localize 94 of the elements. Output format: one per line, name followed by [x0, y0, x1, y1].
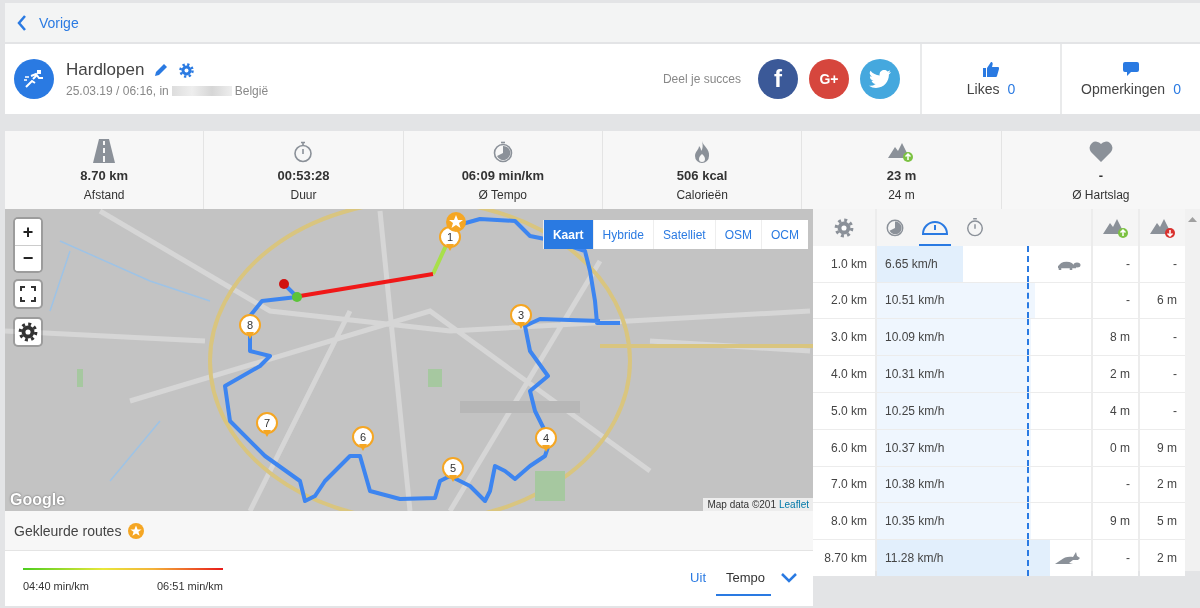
- comments-link[interactable]: Opmerkingen 0: [1081, 80, 1181, 97]
- descent-cell: -: [1140, 319, 1185, 356]
- ascent-cell: 0 m: [1093, 429, 1138, 466]
- gear-icon: [17, 321, 39, 343]
- descent-cell: 2 m: [1140, 466, 1185, 503]
- scale-max-label: 06:51 min/km: [156, 580, 223, 592]
- stat-label: Ø Tempo: [478, 187, 528, 202]
- distance-cell: 4.0 km: [813, 356, 875, 392]
- blurred-text: [171, 86, 232, 96]
- stat-value: 506 kcal: [676, 167, 728, 183]
- bird-icon: [869, 70, 891, 88]
- distance-cell: 1.0 km: [813, 245, 875, 282]
- scale-min-label: 04:40 min/km: [23, 580, 90, 592]
- stat-value: -: [1098, 167, 1103, 183]
- heart-icon: [1088, 140, 1113, 163]
- settings-icon[interactable]: [178, 61, 196, 79]
- speed-cell: 10.31 km/h: [885, 367, 945, 382]
- ascent-cell: -: [1093, 282, 1138, 319]
- distance-cell: 2.0 km: [813, 282, 875, 319]
- stat-label: Duur: [290, 187, 317, 202]
- descent-cell: 6 m: [1140, 282, 1185, 319]
- fullscreen-button[interactable]: [15, 281, 41, 307]
- runner-icon: [14, 59, 54, 99]
- distance-cell: 5.0 km: [813, 393, 875, 429]
- fullscreen-icon: [20, 286, 36, 302]
- back-link[interactable]: Vorige: [17, 14, 79, 31]
- road-icon: [93, 138, 116, 163]
- map-logo: Google: [10, 491, 66, 509]
- descent-cell: -: [1140, 356, 1185, 392]
- star-marker-icon: [446, 212, 466, 232]
- pace-icon: [492, 140, 513, 163]
- activity-title: Hardlopen: [66, 60, 145, 80]
- map-attribution: Map data ©201: [707, 499, 776, 510]
- route-color-option[interactable]: Uit: [680, 560, 716, 596]
- scrollbar[interactable]: [1185, 209, 1200, 571]
- map-layer-tab[interactable]: Kaart: [542, 220, 593, 249]
- speech-bubble-icon: [1123, 61, 1139, 77]
- stat-value: 23 m: [886, 167, 917, 183]
- stat-label: 24 m: [888, 187, 915, 202]
- facebook-button[interactable]: f: [758, 59, 798, 99]
- star-icon: [128, 522, 145, 539]
- ascent-cell: 8 m: [1093, 319, 1138, 356]
- mountain-up-icon: [1102, 217, 1129, 239]
- stopwatch-icon: [293, 140, 314, 163]
- attribution-link[interactable]: Leaflet: [778, 499, 809, 510]
- ascent-cell: -: [1093, 466, 1138, 503]
- speed-cell: 10.38 km/h: [885, 477, 945, 492]
- mountain-down-icon: [1149, 217, 1176, 239]
- speed-cell: 10.25 km/h: [885, 403, 945, 418]
- google-plus-button[interactable]: G+: [809, 59, 849, 99]
- speed-cell: 10.51 km/h: [885, 293, 945, 308]
- distance-cell: 7.0 km: [813, 466, 875, 503]
- twitter-button[interactable]: [860, 59, 900, 99]
- ascent-cell: -: [1093, 245, 1138, 282]
- distance-cell: 8.70 km: [813, 540, 875, 576]
- stat-value: 06:09 min/km: [461, 167, 544, 183]
- settings-button[interactable]: [15, 319, 41, 345]
- likes-link[interactable]: Likes 0: [966, 80, 1016, 97]
- ascent-cell: 2 m: [1093, 356, 1138, 392]
- ascent-cell: 9 m: [1093, 503, 1138, 540]
- stat-value: 8.70 km: [80, 167, 128, 183]
- scroll-up-icon[interactable]: [1188, 217, 1197, 222]
- distance-cell: 3.0 km: [813, 319, 875, 356]
- descent-cell: -: [1140, 245, 1185, 282]
- settings-icon[interactable]: [833, 217, 855, 239]
- descent-cell: 9 m: [1140, 429, 1185, 466]
- pencil-icon[interactable]: [154, 63, 169, 77]
- descent-cell: -: [1140, 393, 1185, 429]
- zoom-out-button[interactable]: −: [15, 245, 41, 271]
- share-label: Deel je succes: [662, 72, 741, 86]
- stat-label: Calorieën: [676, 187, 728, 202]
- speed-cell: 10.09 km/h: [885, 330, 945, 345]
- thumbs-up-icon: [983, 61, 999, 77]
- activity-date: 25.03.19 / 06:16, in: [66, 84, 169, 98]
- speed-cell: 10.37 km/h: [885, 440, 945, 455]
- chevron-down-icon[interactable]: [781, 573, 797, 583]
- speed-cell: 11.28 km/h: [885, 551, 944, 566]
- ascent-cell: -: [1093, 540, 1138, 576]
- stopwatch-icon[interactable]: [965, 216, 985, 237]
- chevron-left-icon: [17, 14, 27, 31]
- activity-place: België: [234, 84, 269, 98]
- stat-label: Afstand: [83, 187, 125, 202]
- speed-cell: 10.35 km/h: [885, 514, 945, 529]
- stat-value: 00:53:28: [277, 167, 330, 183]
- stat-label: Ø Hartslag: [1072, 187, 1130, 202]
- descent-cell: 2 m: [1140, 540, 1185, 576]
- section-title: Gekleurde routes: [14, 522, 122, 539]
- route-color-option[interactable]: Tempo: [716, 560, 771, 596]
- distance-cell: 6.0 km: [813, 429, 875, 466]
- descent-cell: 5 m: [1140, 503, 1185, 540]
- ascent-cell: 4 m: [1093, 393, 1138, 429]
- speed-cell: 6.65 km/h: [885, 256, 938, 271]
- distance-cell: 8.0 km: [813, 503, 875, 540]
- flame-icon: [694, 140, 711, 163]
